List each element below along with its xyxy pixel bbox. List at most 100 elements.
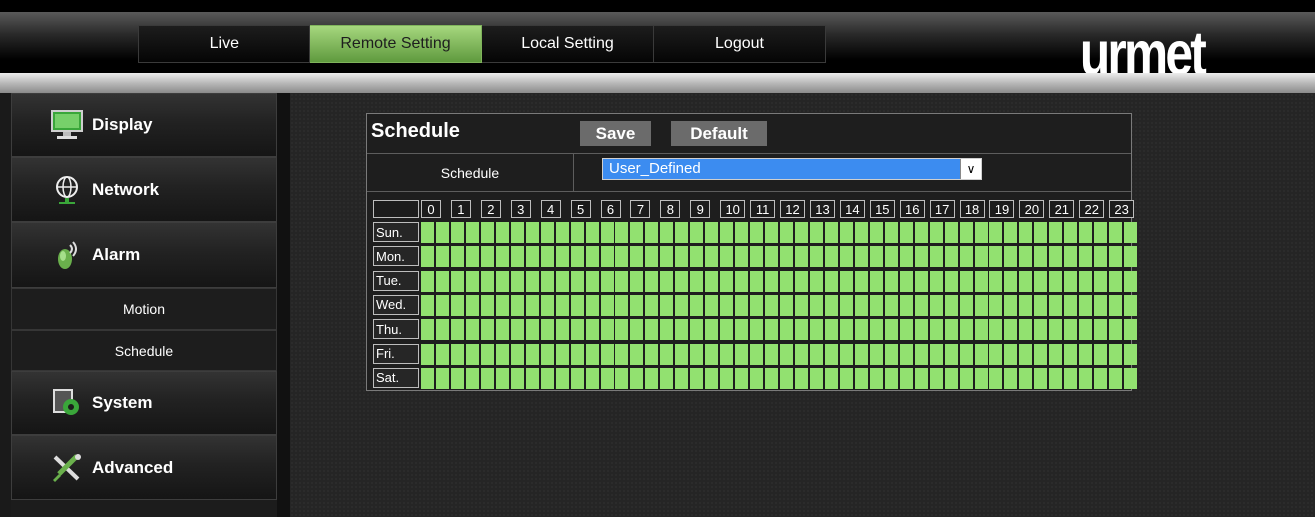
schedule-slot[interactable] bbox=[1064, 367, 1078, 389]
schedule-slot[interactable] bbox=[1079, 343, 1093, 365]
schedule-slot[interactable] bbox=[570, 222, 584, 243]
schedule-slot[interactable] bbox=[1019, 294, 1033, 316]
schedule-slot[interactable] bbox=[1094, 294, 1108, 316]
schedule-slot[interactable] bbox=[421, 222, 434, 243]
schedule-slot[interactable] bbox=[495, 246, 509, 268]
schedule-slot[interactable] bbox=[1064, 343, 1078, 365]
schedule-slot[interactable] bbox=[780, 343, 794, 365]
schedule-slot[interactable] bbox=[989, 319, 1003, 341]
schedule-slot[interactable] bbox=[1109, 343, 1123, 365]
schedule-slot[interactable] bbox=[465, 222, 479, 243]
schedule-slot[interactable] bbox=[615, 294, 629, 316]
schedule-slot[interactable] bbox=[959, 319, 973, 341]
schedule-slot[interactable] bbox=[869, 343, 883, 365]
schedule-slot[interactable] bbox=[1064, 222, 1078, 243]
schedule-slot[interactable] bbox=[480, 319, 494, 341]
schedule-slot[interactable] bbox=[750, 343, 764, 365]
schedule-slot[interactable] bbox=[735, 343, 749, 365]
schedule-slot[interactable] bbox=[899, 270, 913, 292]
schedule-slot[interactable] bbox=[660, 270, 674, 292]
schedule-slot[interactable] bbox=[645, 222, 659, 243]
schedule-slot[interactable] bbox=[1094, 246, 1108, 268]
schedule-slot[interactable] bbox=[1049, 343, 1063, 365]
schedule-slot[interactable] bbox=[1109, 270, 1123, 292]
sidebar-item-alarm[interactable]: Alarm bbox=[11, 222, 277, 288]
schedule-slot[interactable] bbox=[660, 222, 674, 243]
schedule-slot[interactable] bbox=[615, 319, 629, 341]
schedule-slot[interactable] bbox=[720, 246, 734, 268]
schedule-slot[interactable] bbox=[839, 319, 853, 341]
schedule-slot[interactable] bbox=[705, 343, 719, 365]
schedule-slot[interactable] bbox=[435, 222, 449, 243]
schedule-slot[interactable] bbox=[435, 270, 449, 292]
schedule-slot[interactable] bbox=[1034, 319, 1048, 341]
schedule-slot[interactable] bbox=[839, 246, 853, 268]
schedule-slot[interactable] bbox=[585, 246, 599, 268]
schedule-slot[interactable] bbox=[795, 367, 808, 389]
schedule-slot[interactable] bbox=[1109, 294, 1123, 316]
schedule-slot[interactable] bbox=[884, 367, 898, 389]
schedule-slot[interactable] bbox=[630, 270, 644, 292]
schedule-slot[interactable] bbox=[555, 319, 569, 341]
schedule-slot[interactable] bbox=[690, 367, 704, 389]
schedule-slot[interactable] bbox=[1124, 343, 1138, 365]
schedule-slot[interactable] bbox=[869, 222, 883, 243]
schedule-slot[interactable] bbox=[720, 343, 734, 365]
schedule-slot[interactable] bbox=[435, 294, 449, 316]
schedule-slot[interactable] bbox=[735, 294, 749, 316]
schedule-slot[interactable] bbox=[630, 222, 644, 243]
schedule-slot[interactable] bbox=[780, 367, 794, 389]
schedule-slot[interactable] bbox=[480, 294, 494, 316]
schedule-slot[interactable] bbox=[465, 319, 479, 341]
schedule-slot[interactable] bbox=[510, 270, 524, 292]
schedule-slot[interactable] bbox=[1079, 294, 1093, 316]
schedule-slot[interactable] bbox=[854, 270, 868, 292]
schedule-slot[interactable] bbox=[735, 270, 749, 292]
schedule-slot[interactable] bbox=[675, 270, 689, 292]
schedule-slot[interactable] bbox=[974, 294, 988, 316]
schedule-slot[interactable] bbox=[690, 343, 704, 365]
schedule-slot[interactable] bbox=[1109, 319, 1123, 341]
schedule-slot[interactable] bbox=[480, 222, 494, 243]
schedule-slot[interactable] bbox=[1079, 367, 1093, 389]
schedule-select[interactable]: User_Defined ∨ bbox=[602, 158, 982, 180]
schedule-slot[interactable] bbox=[884, 270, 898, 292]
schedule-slot[interactable] bbox=[884, 319, 898, 341]
schedule-slot[interactable] bbox=[780, 222, 794, 243]
schedule-slot[interactable] bbox=[914, 246, 928, 268]
schedule-slot[interactable] bbox=[839, 367, 853, 389]
save-button[interactable]: Save bbox=[580, 121, 651, 146]
schedule-slot[interactable] bbox=[809, 222, 823, 243]
schedule-slot[interactable] bbox=[450, 222, 464, 243]
schedule-slot[interactable] bbox=[869, 294, 883, 316]
schedule-slot[interactable] bbox=[615, 343, 629, 365]
schedule-slot[interactable] bbox=[1004, 343, 1018, 365]
schedule-slot[interactable] bbox=[974, 367, 988, 389]
schedule-slot[interactable] bbox=[660, 343, 674, 365]
schedule-slot[interactable] bbox=[645, 343, 659, 365]
schedule-slot[interactable] bbox=[1034, 294, 1048, 316]
schedule-slot[interactable] bbox=[974, 319, 988, 341]
sidebar-item-advanced[interactable]: Advanced bbox=[11, 435, 277, 500]
schedule-slot[interactable] bbox=[780, 246, 794, 268]
schedule-slot[interactable] bbox=[899, 246, 913, 268]
schedule-slot[interactable] bbox=[690, 319, 704, 341]
sidebar-subitem-schedule[interactable]: Schedule bbox=[11, 330, 277, 371]
schedule-slot[interactable] bbox=[809, 294, 823, 316]
schedule-slot[interactable] bbox=[465, 246, 479, 268]
schedule-slot[interactable] bbox=[480, 343, 494, 365]
schedule-slot[interactable] bbox=[1019, 343, 1033, 365]
schedule-slot[interactable] bbox=[795, 294, 808, 316]
schedule-slot[interactable] bbox=[570, 319, 584, 341]
schedule-slot[interactable] bbox=[1049, 222, 1063, 243]
schedule-slot[interactable] bbox=[809, 246, 823, 268]
default-button[interactable]: Default bbox=[671, 121, 767, 146]
schedule-slot[interactable] bbox=[1079, 246, 1093, 268]
schedule-slot[interactable] bbox=[615, 367, 629, 389]
schedule-slot[interactable] bbox=[899, 294, 913, 316]
schedule-slot[interactable] bbox=[585, 319, 599, 341]
schedule-slot[interactable] bbox=[989, 270, 1003, 292]
schedule-slot[interactable] bbox=[645, 319, 659, 341]
schedule-slot[interactable] bbox=[929, 294, 943, 316]
schedule-slot[interactable] bbox=[450, 367, 464, 389]
